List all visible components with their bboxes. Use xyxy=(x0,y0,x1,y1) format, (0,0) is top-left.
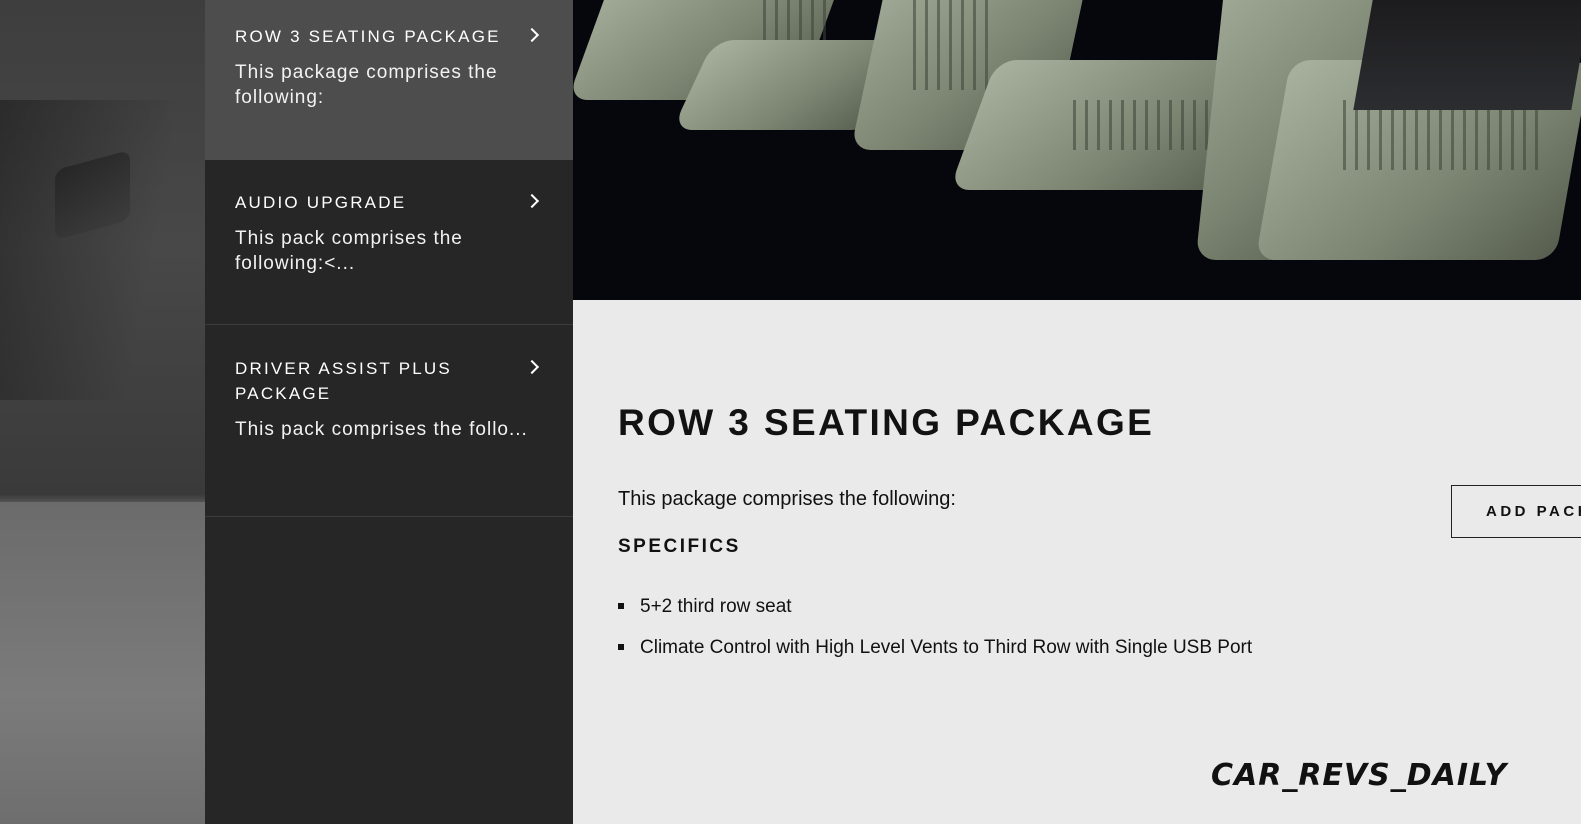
package-item-description: This pack comprises the following:<... xyxy=(235,228,463,274)
package-item-audio-upgrade[interactable]: AUDIO UPGRADE This pack comprises the fo… xyxy=(205,160,573,325)
package-item-title: DRIVER ASSIST PLUS PACKAGE xyxy=(235,359,452,403)
package-item-row3-seating[interactable]: ROW 3 SEATING PACKAGE This package compr… xyxy=(205,0,573,160)
specifics-heading: SPECIFICS xyxy=(618,536,741,557)
add-package-button[interactable]: ADD PACKAGE xyxy=(1451,485,1581,538)
package-item-title: ROW 3 SEATING PACKAGE xyxy=(235,27,501,46)
seat-stitching xyxy=(1343,100,1543,170)
package-detail-intro: This package comprises the following: xyxy=(618,488,956,510)
package-hero-image xyxy=(573,0,1581,300)
package-item-description: This pack comprises the follo... xyxy=(235,419,528,440)
specifics-list-item: Climate Control with High Level Vents to… xyxy=(618,637,1252,678)
specifics-item-text: Climate Control with High Level Vents to… xyxy=(640,637,1253,658)
square-bullet-icon xyxy=(618,603,624,609)
door-panel-shade xyxy=(0,100,205,400)
watermark-logo: CAR_REVS_DAILY xyxy=(1211,758,1508,793)
package-item-description: This package comprises the following: xyxy=(235,62,498,108)
package-detail-panel: ROW 3 SEATING PACKAGE This package compr… xyxy=(573,300,1581,824)
square-bullet-icon xyxy=(618,644,624,650)
chevron-right-icon xyxy=(524,193,540,209)
specifics-list-item: 5+2 third row seat xyxy=(618,596,1252,637)
package-detail-title: ROW 3 SEATING PACKAGE xyxy=(618,402,1155,443)
specifics-item-text: 5+2 third row seat xyxy=(640,596,792,617)
package-item-title: AUDIO UPGRADE xyxy=(235,193,407,212)
chevron-right-icon xyxy=(524,27,540,43)
center-console-shape xyxy=(1353,0,1581,110)
package-item-driver-assist-plus[interactable]: DRIVER ASSIST PLUS PACKAGE This pack com… xyxy=(205,325,573,517)
specifics-list: 5+2 third row seat Climate Control with … xyxy=(618,596,1252,678)
chevron-right-icon xyxy=(524,359,540,375)
package-list: ROW 3 SEATING PACKAGE This package compr… xyxy=(205,0,573,824)
seat-stitching xyxy=(1073,100,1223,150)
background-interior-image xyxy=(0,0,205,824)
seat-stitching xyxy=(913,0,993,90)
background-lower-panel xyxy=(0,502,205,824)
